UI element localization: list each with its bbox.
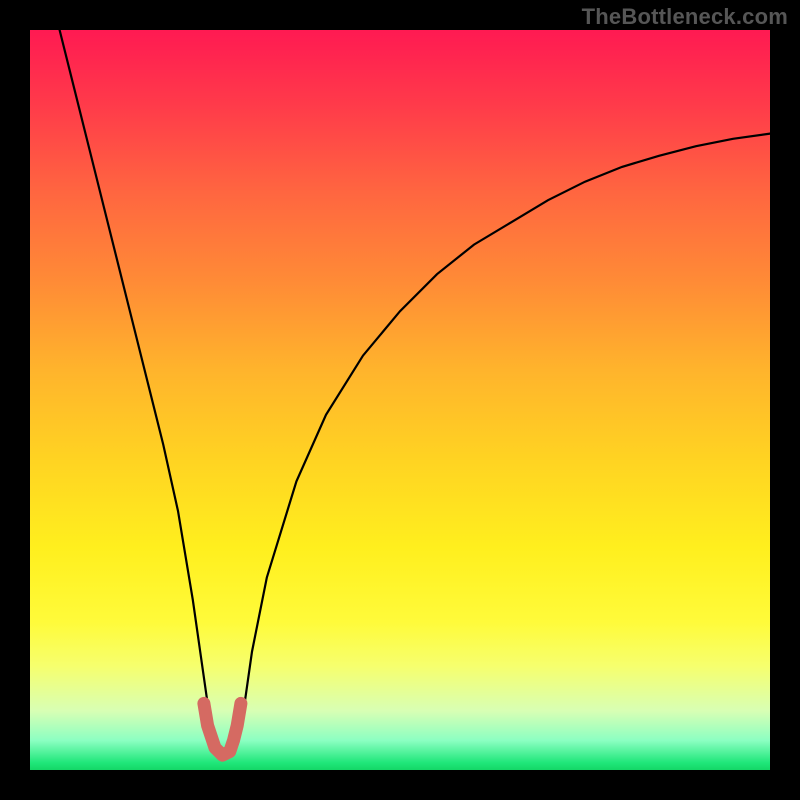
plot-area — [30, 30, 770, 770]
curve-layer — [30, 30, 770, 770]
chart-frame: TheBottleneck.com — [0, 0, 800, 800]
bottleneck-curve — [60, 30, 770, 755]
watermark-text: TheBottleneck.com — [582, 4, 788, 30]
optimum-marker — [204, 703, 241, 755]
